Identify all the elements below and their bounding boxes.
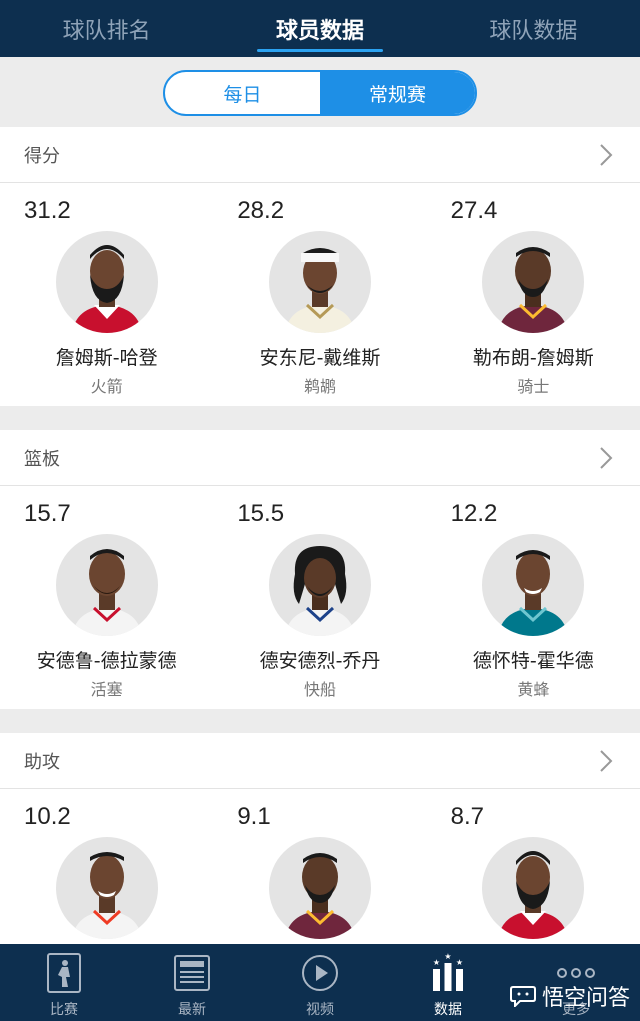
section-header-rebounds[interactable]: 篮板 xyxy=(0,430,640,486)
bar-chart-icon: ★ ★ ★ xyxy=(433,953,463,991)
segment-daily[interactable]: 每日 xyxy=(165,72,320,114)
svg-text:★: ★ xyxy=(433,958,440,967)
stat-value: 15.7 xyxy=(24,500,71,527)
section-header-assists[interactable]: 助攻 xyxy=(0,733,640,789)
section-header-points[interactable]: 得分 xyxy=(0,127,640,183)
section-points: 得分 31.2 詹姆斯-哈登 火箭 28.2 安东尼-戴维斯 鹈鹕 27.4 勒… xyxy=(0,127,640,406)
player-card[interactable]: 28.2 安东尼-戴维斯 鹈鹕 xyxy=(213,183,426,407)
tab-team-stats[interactable]: 球队数据 xyxy=(427,0,640,57)
player-team: 火箭 xyxy=(90,377,123,396)
player-card[interactable]: 10.2 xyxy=(0,789,213,944)
player-team: 快船 xyxy=(303,680,336,699)
top-tab-bar: 球队排名 球员数据 球队数据 xyxy=(0,0,640,57)
segment-regular-season[interactable]: 常规赛 xyxy=(320,72,475,114)
stat-value: 15.5 xyxy=(237,500,285,527)
nav-video[interactable]: 视频 xyxy=(256,944,384,1021)
player-avatar xyxy=(55,837,158,939)
stat-value: 31.2 xyxy=(24,197,71,224)
player-card[interactable]: 9.1 xyxy=(213,789,426,944)
player-name: 詹姆斯-哈登 xyxy=(55,347,158,369)
section-title: 得分 xyxy=(24,145,60,167)
section-title: 助攻 xyxy=(24,751,60,773)
watermark-text: 悟空问答 xyxy=(541,986,630,1011)
stat-value: 12.2 xyxy=(450,500,498,527)
section-assists: 助攻 10.2 9.1 8.7 xyxy=(0,733,640,944)
player-team: 鹈鹕 xyxy=(303,377,336,396)
player-team: 黄蜂 xyxy=(517,680,550,699)
nav-label: 数据 xyxy=(434,1002,462,1018)
player-team: 骑士 xyxy=(517,377,550,396)
play-icon xyxy=(302,955,338,991)
speech-bubble-icon xyxy=(509,986,536,1007)
player-avatar xyxy=(55,231,158,333)
nav-label: 比赛 xyxy=(50,1002,78,1018)
nav-label: 最新 xyxy=(178,1002,206,1018)
player-card[interactable]: 31.2 詹姆斯-哈登 火箭 xyxy=(0,183,213,407)
player-team: 活塞 xyxy=(90,680,123,699)
player-name: 安东尼-戴维斯 xyxy=(259,347,381,369)
player-card[interactable]: 15.5 德安德烈-乔丹 快船 xyxy=(213,486,426,710)
section-title: 篮板 xyxy=(24,448,60,470)
svg-text:★: ★ xyxy=(444,953,451,961)
newspaper-icon xyxy=(174,955,210,991)
player-avatar xyxy=(268,837,371,939)
period-segmented-control: 每日 常规赛 xyxy=(163,70,477,116)
player-name: 勒布朗-詹姆斯 xyxy=(472,347,594,369)
tab-player-stats[interactable]: 球员数据 xyxy=(213,0,426,57)
section-rebounds: 篮板 15.7 安德鲁-德拉蒙德 活塞 15.5 德安德烈-乔丹 快船 12.2… xyxy=(0,430,640,709)
player-name: 德怀特-霍华德 xyxy=(472,650,594,672)
segment-area: 每日 常规赛 xyxy=(0,57,640,127)
player-avatar xyxy=(55,534,158,636)
player-card[interactable]: 12.2 德怀特-霍华德 黄蜂 xyxy=(427,486,640,710)
player-avatar xyxy=(482,837,585,939)
stat-value: 8.7 xyxy=(450,803,485,830)
chevron-right-icon xyxy=(600,750,613,772)
player-name: 安德鲁-德拉蒙德 xyxy=(36,650,177,672)
nav-label: 视频 xyxy=(306,1002,334,1018)
svg-text:★: ★ xyxy=(456,958,463,967)
player-avatar xyxy=(268,231,371,333)
player-avatar xyxy=(482,231,585,333)
chevron-right-icon xyxy=(600,447,613,469)
nba-logo-icon xyxy=(47,953,81,993)
player-card[interactable]: 15.7 安德鲁-德拉蒙德 活塞 xyxy=(0,486,213,710)
chevron-right-icon xyxy=(600,144,613,166)
player-avatar xyxy=(482,534,585,636)
nav-stats[interactable]: ★ ★ ★ 数据 xyxy=(384,944,512,1021)
nav-news[interactable]: 最新 xyxy=(128,944,256,1021)
tab-team-ranking[interactable]: 球队排名 xyxy=(0,0,213,57)
nav-games[interactable]: 比赛 xyxy=(0,944,128,1021)
player-name: 德安德烈-乔丹 xyxy=(259,650,381,672)
player-avatar xyxy=(268,534,371,636)
stat-value: 28.2 xyxy=(237,197,285,224)
bottom-nav: 比赛 最新 视频 ★ ★ ★ 数据 更多 悟空问答 xyxy=(0,944,640,1021)
player-card[interactable]: 27.4 勒布朗-詹姆斯 骑士 xyxy=(427,183,640,407)
stat-value: 10.2 xyxy=(24,803,71,830)
stat-value: 9.1 xyxy=(237,803,271,830)
stat-value: 27.4 xyxy=(450,197,498,224)
player-card[interactable]: 8.7 xyxy=(427,789,640,944)
watermark: 悟空问答 xyxy=(509,980,630,1012)
